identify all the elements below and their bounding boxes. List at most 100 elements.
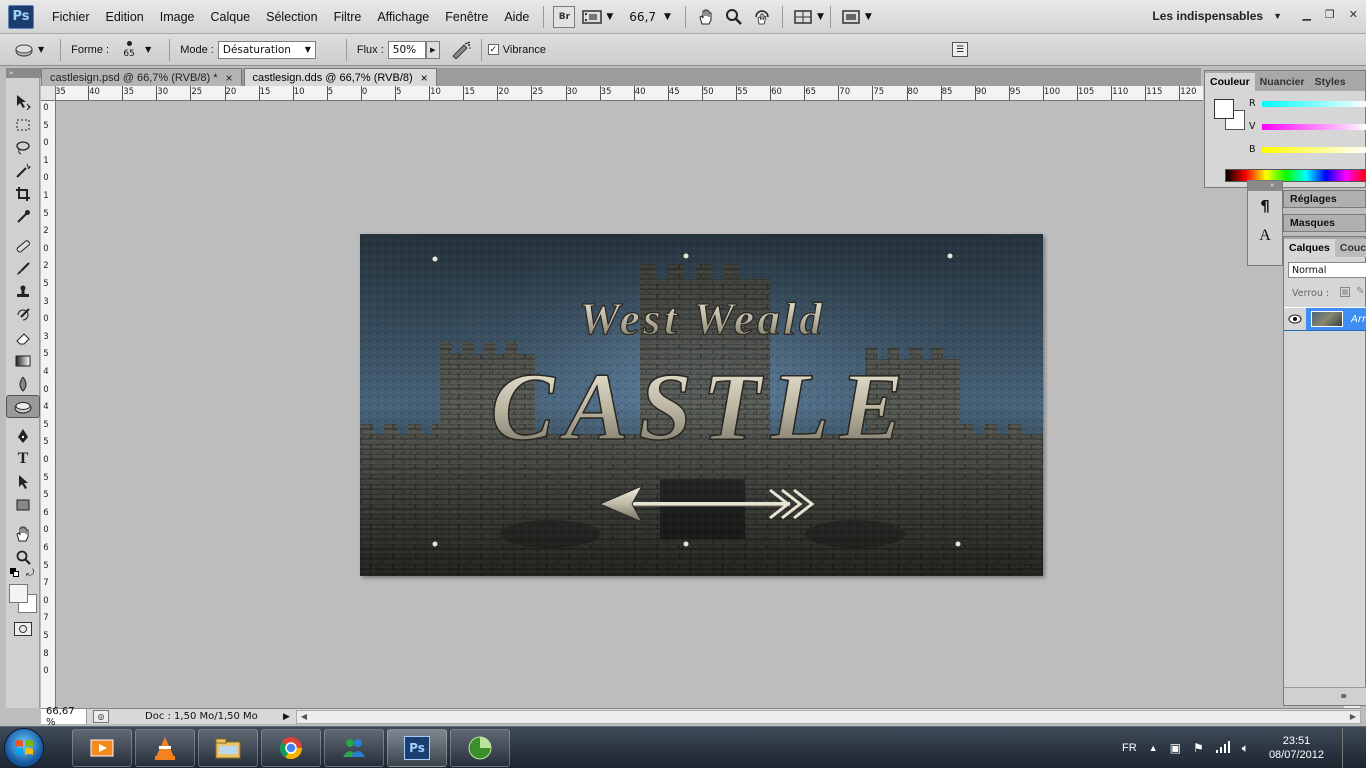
show-desktop-button[interactable] [1342,728,1354,768]
taskbar-vlc[interactable] [135,728,195,767]
tab-castlesign-dds[interactable]: castlesign.dds @ 66,7% (RVB/8) × [243,68,437,86]
tray-device-icon[interactable]: ▣ [1170,741,1181,755]
hand-tool-icon[interactable] [6,522,40,545]
panel-menu-icon[interactable]: ☰ [952,42,968,57]
menu-image[interactable]: Image [152,10,203,24]
network-signal-icon[interactable] [1215,740,1230,756]
language-indicator[interactable]: FR [1122,742,1137,754]
chevron-down-icon[interactable]: ▼ [145,45,151,54]
lock-transparency-icon[interactable]: ▦ [1340,287,1350,297]
taskbar-messenger[interactable] [324,728,384,767]
layer-name[interactable]: Arr [1351,314,1366,325]
type-tool-icon[interactable]: T [6,447,40,470]
sponge-tool-preset-icon[interactable] [13,39,35,61]
menu-edition[interactable]: Edition [98,10,152,24]
menu-selection[interactable]: Sélection [258,10,325,24]
slider-v[interactable] [1262,124,1366,130]
zoom-icon[interactable] [723,6,745,28]
castle-sign-artwork[interactable]: West Weald CASTLE [360,234,1043,576]
tab-reglages[interactable]: Réglages [1283,190,1366,208]
lock-brush-icon[interactable]: ✎ [1356,286,1364,297]
history-brush-tool-icon[interactable] [6,303,40,326]
menu-aide[interactable]: Aide [496,10,537,24]
status-info-icon[interactable]: ◎ [93,710,109,723]
workspace-switcher[interactable]: Les indispensables ▼ [1152,9,1282,23]
paragraph-panel-icon[interactable]: ¶ [1248,191,1282,221]
eyedropper-tool-icon[interactable] [6,205,40,228]
clock[interactable]: 23:51 08/07/2012 [1269,734,1324,762]
chevron-down-icon[interactable]: ▼ [606,12,613,22]
brush-preview[interactable]: 65 [119,37,139,63]
foreground-color-swatch[interactable] [9,584,28,603]
vertical-ruler[interactable]: 0 5 0 1 0 1 5 2 0 2 5 3 0 3 5 4 0 4 5 5 0 5 5 6 0 6 5 7 0 7 5 8 0 [41,101,56,709]
taskbar-app-green[interactable] [450,728,510,767]
tab-couleur[interactable]: Couleur [1205,73,1255,91]
menu-filtre[interactable]: Filtre [326,10,370,24]
taskbar-explorer[interactable] [198,728,258,767]
tab-calques[interactable]: Calques [1284,239,1335,257]
menu-fichier[interactable]: Fichier [44,10,98,24]
magic-wand-tool-icon[interactable] [6,159,40,182]
status-menu-arrow[interactable]: ▶ [283,712,290,722]
tray-expand-icon[interactable]: ▲ [1149,743,1158,753]
pen-tool-icon[interactable] [6,424,40,447]
horizontal-ruler[interactable]: 35 40 35 30 25 20 15 10 5 0 5 10 15 20 25 30 35 40 45 50 55 6… [41,86,1203,101]
volume-icon[interactable]: 🔈︎ [1242,741,1249,756]
toolbox-grip[interactable]: » [6,68,41,78]
tab-couches[interactable]: Couch [1334,239,1366,257]
slider-r[interactable] [1262,101,1366,107]
eye-icon[interactable] [1284,308,1306,330]
restore-icon[interactable]: ❐ [1325,8,1335,21]
scroll-left-icon[interactable]: ◀ [301,712,307,721]
flux-slider-toggle[interactable]: ▶ [425,40,440,59]
menu-affichage[interactable]: Affichage [369,10,437,24]
taskbar-photoshop[interactable]: Ps [387,728,447,767]
vibrance-checkbox[interactable]: ✓ [487,44,499,55]
gradient-tool-icon[interactable] [6,349,40,372]
chevron-down-icon[interactable]: ▼ [38,45,44,54]
crop-tool-icon[interactable] [6,182,40,205]
close-icon[interactable]: × [421,71,428,85]
hand-icon[interactable] [695,6,717,28]
swap-colors-icon[interactable]: ⤾ [26,568,34,579]
move-tool-icon[interactable] [6,90,40,113]
rotate-view-icon[interactable] [751,6,773,28]
lasso-tool-icon[interactable] [6,136,40,159]
start-button[interactable] [4,727,44,768]
character-panel-icon[interactable]: A [1248,221,1282,251]
scroll-right-icon[interactable]: ▶ [1350,712,1356,721]
chevron-down-icon[interactable]: ▼ [865,12,872,22]
menu-fenetre[interactable]: Fenêtre [437,10,496,24]
canvas-area[interactable]: West Weald CASTLE [56,101,1282,708]
quick-mask-icon[interactable] [14,622,32,636]
close-icon[interactable]: ✕ [1349,8,1358,21]
horizontal-scrollbar[interactable]: ◀ ▶ [295,709,1361,724]
arrange-documents-icon[interactable] [792,6,814,28]
sponge-tool-icon[interactable] [6,395,40,418]
tab-castlesign-psd[interactable]: castlesign.psd @ 66,7% (RVB/8) * × [41,68,242,86]
action-center-flag-icon[interactable]: ⚑ [1193,741,1204,755]
default-colors-icon[interactable] [10,568,20,578]
stamp-tool-icon[interactable] [6,280,40,303]
zoom-select[interactable]: 66,7 ▼ [629,10,671,24]
taskbar-media-center[interactable] [72,728,132,767]
rectangle-tool-icon[interactable] [6,493,40,516]
film-icon[interactable] [581,6,603,28]
marquee-tool-icon[interactable] [6,113,40,136]
dock-grip[interactable]: » [1248,181,1282,191]
flux-input[interactable]: 50% [387,40,426,59]
tab-styles[interactable]: Styles [1310,73,1351,91]
healing-brush-tool-icon[interactable] [6,234,40,257]
tab-masques[interactable]: Masques [1283,214,1366,232]
path-selection-tool-icon[interactable] [6,470,40,493]
zoom-tool-icon[interactable] [6,545,40,568]
slider-b[interactable] [1262,147,1366,153]
mode-select[interactable]: Désaturation ▼ [217,40,316,59]
chevron-down-icon[interactable]: ▼ [817,12,824,22]
taskbar-chrome[interactable] [261,728,321,767]
tab-nuancier[interactable]: Nuancier [1255,73,1310,91]
layer-row[interactable]: Arr [1284,307,1366,331]
photoshop-logo[interactable]: Ps [8,4,34,29]
close-icon[interactable]: × [226,71,233,85]
status-zoom[interactable]: 66,67 % [41,706,87,728]
